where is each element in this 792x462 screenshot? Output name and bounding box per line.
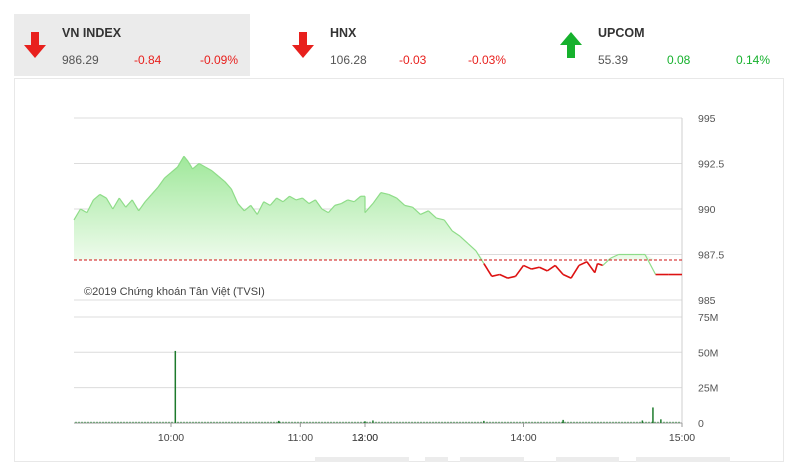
intraday-chart: 995 992.5 990 987.5 985 75M 50M 25M 0 10:00 11:00 1… — [73, 113, 725, 444]
volume-tick-label: 50M — [698, 347, 718, 359]
price-line-segment — [546, 264, 556, 272]
price-line-segment — [499, 273, 508, 279]
price-line-segment — [570, 264, 580, 279]
price-line-segment — [578, 261, 588, 267]
x-tick-label: 11:00 — [288, 432, 314, 444]
x-tick-label: 10:00 — [158, 432, 184, 444]
watermark: ©2019 Chứng khoán Tân Việt (TVSI) — [84, 286, 265, 298]
price-line-segment — [597, 262, 604, 267]
price-line-segment — [514, 264, 525, 277]
price-line-segment — [539, 266, 548, 272]
price-line-segment — [554, 264, 564, 276]
price-line-segment — [483, 263, 493, 277]
grid — [74, 117, 683, 424]
price-line-segment — [507, 275, 516, 279]
volume-tick-label: 25M — [698, 383, 718, 395]
scroll-segment — [425, 457, 448, 462]
price-line-segment — [594, 263, 599, 273]
scroll-segment — [556, 457, 619, 462]
price-line-segment — [562, 273, 572, 279]
axes: 995 992.5 990 987.5 985 75M 50M 25M 0 10:00 11:00 1… — [158, 113, 725, 444]
scroll-segment — [636, 457, 730, 462]
price-line-segment — [491, 273, 500, 278]
price-area — [73, 155, 682, 279]
volume-bars — [75, 350, 680, 423]
x-tick-label: 15:00 — [669, 432, 695, 444]
y-tick-label: 995 — [698, 113, 716, 125]
price-line-segment — [523, 264, 532, 270]
price-area-fill — [74, 156, 682, 260]
y-tick-label: 985 — [698, 295, 716, 307]
y-tick-label: 990 — [698, 204, 716, 216]
volume-tick-label: 0 — [698, 418, 704, 430]
scroll-segment — [460, 457, 524, 462]
y-tick-label: 992.5 — [698, 159, 724, 171]
x-tick-label: 13:00 — [352, 432, 378, 444]
scroll-segment — [315, 457, 409, 462]
x-tick-label: 14:00 — [510, 432, 536, 444]
price-line-segment — [586, 261, 596, 274]
volume-tick-label: 75M — [698, 312, 718, 324]
price-line-segment — [531, 266, 540, 270]
y-tick-label: 987.5 — [698, 250, 724, 262]
